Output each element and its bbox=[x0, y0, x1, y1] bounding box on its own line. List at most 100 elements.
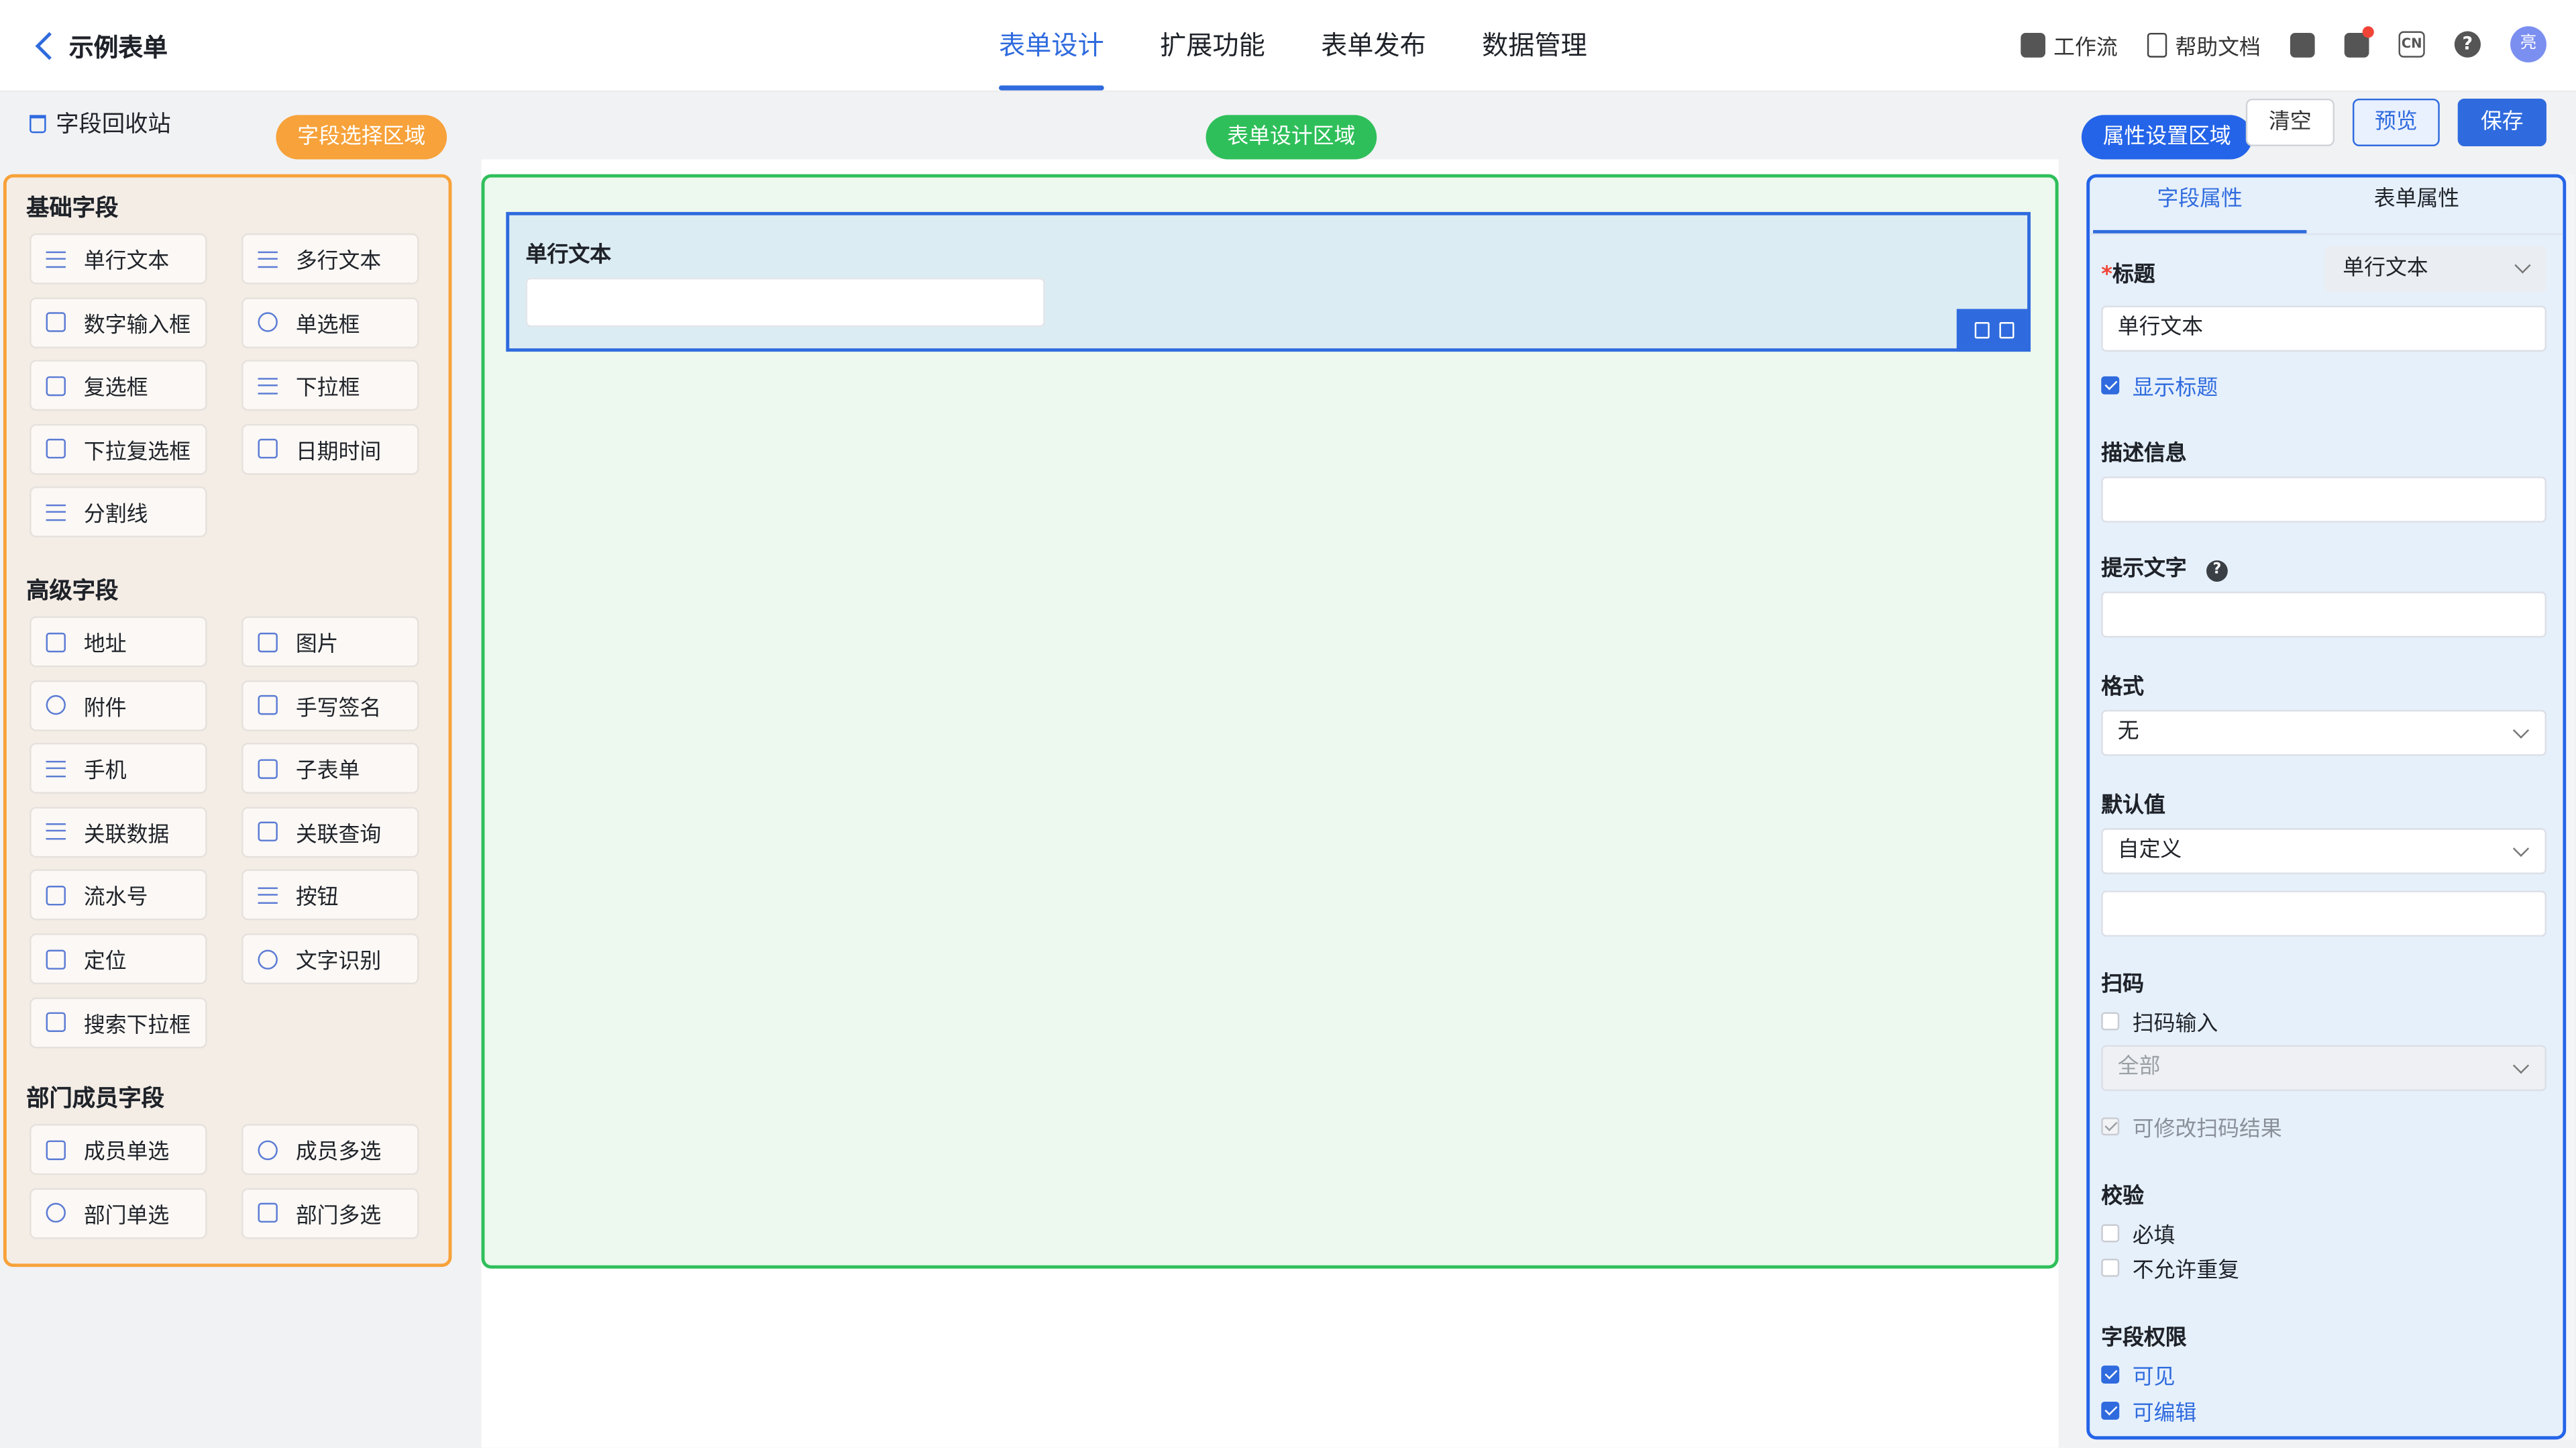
pen-icon bbox=[256, 694, 279, 717]
permission-label: 字段权限 bbox=[2101, 1326, 2187, 1351]
divider-icon bbox=[44, 501, 67, 524]
number-icon bbox=[44, 311, 67, 333]
field-item-label: 关联数据 bbox=[83, 823, 170, 848]
field-item-member-2[interactable]: 部门单选 bbox=[30, 1187, 207, 1239]
checkbox-icon bbox=[2101, 1012, 2120, 1031]
field-item-label: 手写签名 bbox=[295, 696, 382, 721]
building-icon bbox=[44, 630, 67, 653]
field-item-basic-1[interactable]: 多行文本 bbox=[241, 233, 419, 285]
no-duplicate-checkbox[interactable]: 不允许重复 bbox=[2101, 1252, 2239, 1284]
field-item-advanced-10[interactable]: 定位 bbox=[30, 933, 207, 984]
editable-checkbox[interactable]: 可编辑 bbox=[2101, 1395, 2196, 1427]
search-link-icon bbox=[256, 821, 279, 843]
field-item-advanced-9[interactable]: 按钮 bbox=[241, 870, 419, 921]
field-item-label: 单行文本 bbox=[83, 250, 170, 274]
help-button[interactable]: ? bbox=[2454, 31, 2481, 58]
field-item-basic-8[interactable]: 分割线 bbox=[30, 486, 207, 538]
phone-icon bbox=[44, 757, 67, 780]
delete-icon[interactable] bbox=[1998, 322, 2014, 339]
field-item-advanced-6[interactable]: 关联数据 bbox=[30, 806, 207, 858]
help-docs-button[interactable]: 帮助文档 bbox=[2147, 29, 2261, 60]
field-item-label: 数字输入框 bbox=[83, 313, 191, 338]
save-button[interactable]: 保存 bbox=[2457, 98, 2546, 146]
field-item-label: 部门单选 bbox=[83, 1204, 170, 1229]
field-item-label: 分割线 bbox=[83, 503, 148, 529]
tab-form-properties[interactable]: 表单属性 bbox=[2310, 177, 2523, 233]
field-item-label: 复选框 bbox=[83, 376, 148, 402]
field-item-member-1[interactable]: 成员多选 bbox=[241, 1124, 419, 1176]
field-item-basic-0[interactable]: 单行文本 bbox=[30, 233, 207, 285]
form-field-label: 单行文本 bbox=[525, 243, 612, 268]
scan-input-checkbox[interactable]: 扫码输入 bbox=[2101, 1006, 2218, 1037]
messages-button[interactable] bbox=[2344, 25, 2374, 57]
checkbox-checked-icon bbox=[2101, 1401, 2120, 1420]
field-item-basic-3[interactable]: 单选框 bbox=[241, 297, 419, 348]
preview-button[interactable]: 预览 bbox=[2352, 98, 2440, 146]
field-type-select[interactable]: 单行文本 bbox=[2324, 246, 2546, 293]
avatar[interactable]: 亮 bbox=[2510, 26, 2546, 63]
checkbox-checked-icon bbox=[2101, 376, 2120, 395]
field-item-member-3[interactable]: 部门多选 bbox=[241, 1187, 419, 1239]
field-item-basic-6[interactable]: 下拉复选框 bbox=[30, 423, 207, 475]
show-title-checkbox[interactable]: 显示标题 bbox=[2101, 370, 2218, 401]
field-item-label: 流水号 bbox=[83, 886, 148, 911]
field-item-basic-7[interactable]: 日期时间 bbox=[241, 423, 419, 475]
field-item-advanced-11[interactable]: 文字识别 bbox=[241, 933, 419, 984]
document-icon bbox=[2147, 32, 2167, 57]
field-item-member-0[interactable]: 成员单选 bbox=[30, 1124, 207, 1176]
description-label: 描述信息 bbox=[2101, 442, 2187, 467]
field-item-advanced-5[interactable]: 子表单 bbox=[241, 743, 419, 794]
default-value-input[interactable] bbox=[2101, 890, 2546, 937]
field-item-advanced-1[interactable]: 图片 bbox=[241, 616, 419, 668]
question-icon: ? bbox=[2206, 560, 2228, 582]
tab-extensions[interactable]: 扩展功能 bbox=[1140, 0, 1285, 91]
field-item-basic-4[interactable]: 复选框 bbox=[30, 360, 207, 411]
description-input[interactable] bbox=[2101, 476, 2546, 523]
back-button[interactable]: 示例表单 bbox=[30, 23, 168, 69]
tab-form-design[interactable]: 表单设计 bbox=[979, 0, 1124, 91]
workflow-button[interactable]: 工作流 bbox=[2021, 29, 2118, 60]
tab-publish[interactable]: 表单发布 bbox=[1301, 0, 1446, 91]
field-item-label: 单选框 bbox=[295, 313, 360, 338]
calendar-icon bbox=[256, 437, 279, 460]
field-item-label: 多行文本 bbox=[295, 250, 382, 274]
scrollbar[interactable] bbox=[2566, 174, 2575, 1440]
default-value-select[interactable]: 自定义 bbox=[2101, 828, 2546, 874]
field-item-advanced-7[interactable]: 关联查询 bbox=[241, 806, 419, 858]
field-item-advanced-0[interactable]: 地址 bbox=[30, 616, 207, 668]
form-title: 示例表单 bbox=[68, 32, 168, 62]
hint-input[interactable] bbox=[2101, 591, 2546, 638]
required-checkbox[interactable]: 必填 bbox=[2101, 1218, 2176, 1249]
top-bar: 示例表单 表单设计 扩展功能 表单发布 数据管理 工作流 帮助文档 CN ? 亮 bbox=[0, 0, 2576, 93]
edit-link-icon bbox=[44, 821, 67, 843]
form-field-single-line[interactable]: 单行文本 bbox=[506, 211, 2031, 352]
field-item-label: 日期时间 bbox=[295, 439, 382, 465]
serial-icon bbox=[44, 884, 67, 907]
field-item-basic-2[interactable]: 数字输入框 bbox=[30, 297, 207, 348]
field-item-advanced-12[interactable]: 搜索下拉框 bbox=[30, 996, 207, 1048]
advanced-fields-title: 高级字段 bbox=[26, 578, 119, 605]
field-item-basic-5[interactable]: 下拉框 bbox=[241, 360, 419, 411]
chevron-down-icon bbox=[2514, 257, 2531, 274]
chevron-down-icon bbox=[2512, 840, 2530, 858]
copy-icon[interactable] bbox=[1974, 322, 1989, 339]
clear-button[interactable]: 清空 bbox=[2245, 98, 2335, 146]
prop-area-tag: 属性设置区域 bbox=[2081, 115, 2253, 160]
tab-field-properties[interactable]: 字段属性 bbox=[2093, 177, 2307, 234]
checkbox-checked-icon bbox=[2101, 1365, 2120, 1384]
design-area-tag: 表单设计区域 bbox=[1205, 115, 1377, 160]
field-item-advanced-4[interactable]: 手机 bbox=[30, 743, 207, 794]
tab-data-manage[interactable]: 数据管理 bbox=[1462, 0, 1607, 91]
format-select[interactable]: 无 bbox=[2101, 709, 2546, 756]
title-input[interactable]: 单行文本 bbox=[2101, 305, 2546, 352]
recycle-bin-button[interactable]: 字段回收站 bbox=[30, 107, 171, 140]
main-tabs: 表单设计 扩展功能 表单发布 数据管理 bbox=[979, 0, 1623, 91]
visible-checkbox[interactable]: 可见 bbox=[2101, 1359, 2176, 1390]
language-button[interactable]: CN bbox=[2398, 31, 2425, 58]
field-item-advanced-2[interactable]: 附件 bbox=[30, 679, 207, 731]
link-icon bbox=[44, 694, 67, 717]
field-item-advanced-3[interactable]: 手写签名 bbox=[241, 679, 419, 731]
form-field-input[interactable] bbox=[525, 277, 1045, 327]
contacts-button[interactable] bbox=[2290, 32, 2315, 57]
field-item-advanced-8[interactable]: 流水号 bbox=[30, 870, 207, 921]
